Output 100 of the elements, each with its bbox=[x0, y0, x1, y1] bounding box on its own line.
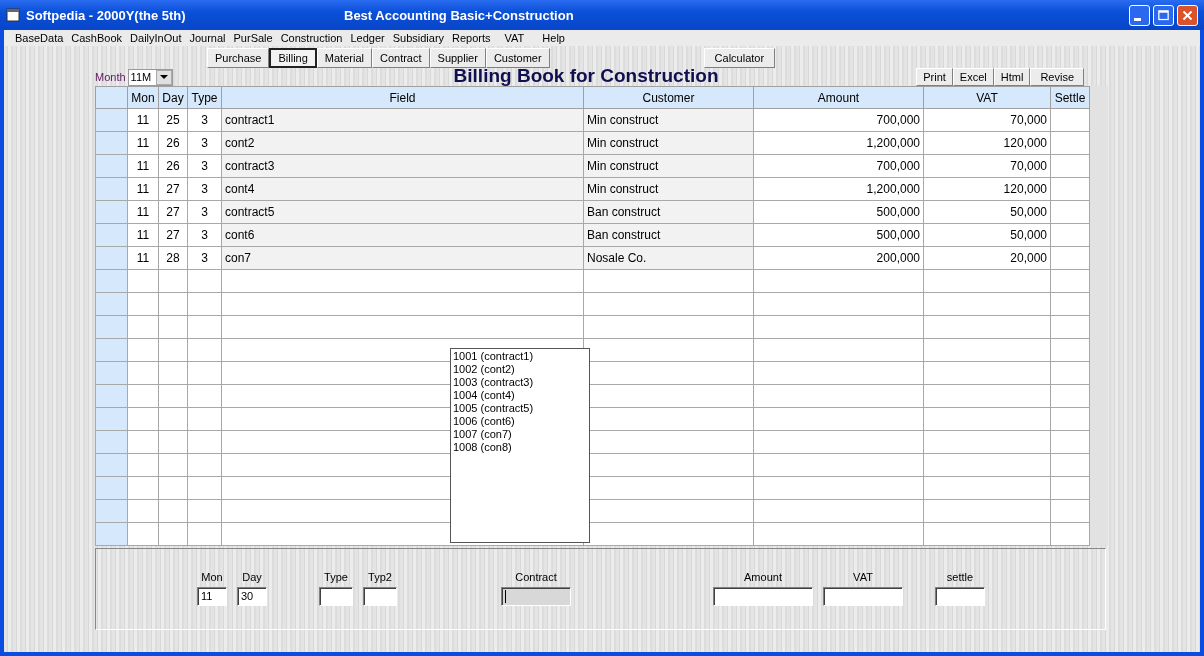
field-label: Typ2 bbox=[368, 571, 392, 583]
row-header bbox=[95, 177, 128, 201]
close-icon bbox=[1181, 8, 1194, 22]
menu-item[interactable]: DailyInOut bbox=[126, 32, 186, 44]
list-item[interactable]: 1007 (con7) bbox=[453, 428, 587, 441]
field-label: settle bbox=[946, 571, 974, 583]
app-title: Best Accounting Basic+Construction bbox=[344, 7, 574, 23]
list-item[interactable]: 1008 (con8) bbox=[453, 441, 587, 454]
menu-item[interactable]: VAT bbox=[494, 32, 539, 44]
row-header bbox=[95, 223, 128, 247]
menu-item[interactable]: Reports bbox=[448, 32, 495, 44]
input-field[interactable]: 30 bbox=[237, 587, 267, 606]
tab[interactable]: Contract bbox=[371, 47, 430, 68]
field-label: Amount bbox=[744, 571, 782, 583]
list-item[interactable]: 1006 (cont6) bbox=[453, 415, 587, 428]
column-header: Settle bbox=[1050, 86, 1090, 109]
field-label: Day bbox=[242, 571, 262, 583]
contract-list[interactable]: 1001 (contract1) 1002 (cont2) 1003 (contract3) 1004 (cont4) 1005 (contract5) 1006 (cont6) 1007 (con7) 1008 (con8) bbox=[450, 348, 590, 543]
table-cell: cont2 bbox=[221, 131, 584, 155]
tab[interactable]: Purchase bbox=[207, 47, 270, 68]
column-header: Customer bbox=[583, 86, 754, 109]
app-icon bbox=[6, 8, 20, 22]
table-cell: Min construct bbox=[583, 108, 754, 132]
table-cell: 28 bbox=[158, 246, 188, 270]
table-cell: 3 bbox=[187, 177, 222, 201]
row-header bbox=[95, 200, 128, 224]
column-header: VAT bbox=[923, 86, 1051, 109]
table-cell: 11 bbox=[127, 131, 159, 155]
tab[interactable]: Material bbox=[316, 47, 372, 68]
maximize-button[interactable] bbox=[1153, 4, 1174, 26]
page-heading: Billing Book for Construction bbox=[453, 66, 719, 86]
table-cell: 27 bbox=[158, 177, 188, 201]
action-button[interactable]: Revise bbox=[1030, 68, 1084, 86]
field-label: VAT bbox=[853, 571, 873, 583]
menu-item[interactable]: CashBook bbox=[67, 32, 127, 44]
minimize-button[interactable] bbox=[1129, 4, 1150, 26]
table-cell: cont6 bbox=[221, 223, 584, 247]
field-label: Type bbox=[324, 571, 348, 583]
table-cell: 11 bbox=[127, 223, 159, 247]
field-label: Contract bbox=[515, 571, 557, 583]
table-cell: 25 bbox=[158, 108, 188, 132]
list-item[interactable]: 1003 (contract3) bbox=[453, 376, 587, 389]
action-button[interactable]: Excel bbox=[952, 68, 994, 86]
list-item[interactable]: 1001 (contract1) bbox=[453, 350, 587, 363]
menu-item[interactable]: PurSale bbox=[229, 32, 277, 44]
action-button[interactable]: Print bbox=[916, 68, 953, 86]
table-cell: 27 bbox=[158, 200, 188, 224]
input-field[interactable]: 11 bbox=[197, 587, 227, 606]
input-field[interactable] bbox=[319, 587, 353, 606]
calculator-button[interactable]: Calculator bbox=[703, 47, 776, 68]
menu-item[interactable]: Subsidiary bbox=[388, 32, 449, 44]
table-cell: Min construct bbox=[583, 131, 754, 155]
tab[interactable]: Billing bbox=[269, 47, 317, 68]
row-header bbox=[95, 154, 128, 178]
table-cell: 120,000 bbox=[923, 177, 1051, 201]
table-cell: 3 bbox=[187, 200, 222, 224]
minimize-icon bbox=[1133, 18, 1141, 21]
table-cell: 70,000 bbox=[923, 154, 1051, 178]
menu-item[interactable]: Help bbox=[538, 32, 569, 44]
tab[interactable]: Supplier bbox=[429, 47, 486, 68]
column-header: Mon bbox=[127, 86, 159, 109]
table-cell: 11 bbox=[127, 108, 159, 132]
table-cell: 120,000 bbox=[923, 131, 1051, 155]
table-cell: contract1 bbox=[221, 108, 584, 132]
list-item[interactable]: 1004 (cont4) bbox=[453, 389, 587, 402]
menu-item[interactable]: Construction bbox=[276, 32, 347, 44]
row-header bbox=[95, 246, 128, 270]
table-cell: Min construct bbox=[583, 177, 754, 201]
list-item[interactable]: 1002 (cont2) bbox=[453, 363, 587, 376]
menu-item[interactable]: Ledger bbox=[346, 32, 389, 44]
input-field[interactable] bbox=[935, 587, 985, 606]
table-cell: 700,000 bbox=[753, 154, 924, 178]
table-cell: 200,000 bbox=[753, 246, 924, 270]
table-cell: 500,000 bbox=[753, 200, 924, 224]
tab[interactable]: Customer bbox=[485, 47, 550, 68]
input-field[interactable] bbox=[713, 587, 813, 606]
row-header bbox=[95, 86, 128, 109]
menu-item[interactable]: BaseData bbox=[11, 32, 68, 44]
table-cell: Ban construct bbox=[583, 223, 754, 247]
list-item[interactable]: 1005 (contract5) bbox=[453, 402, 587, 415]
column-header: Amount bbox=[753, 86, 924, 109]
table-cell: 26 bbox=[158, 131, 188, 155]
menu-item[interactable]: Journal bbox=[185, 32, 230, 44]
table-cell: 700,000 bbox=[753, 108, 924, 132]
close-button[interactable] bbox=[1177, 4, 1198, 26]
table-cell: 3 bbox=[187, 131, 222, 155]
table-cell: 11 bbox=[127, 200, 159, 224]
table-cell: 50,000 bbox=[923, 223, 1051, 247]
table-cell: Nosale Co. bbox=[583, 246, 754, 270]
month-dropdown[interactable]: 11M bbox=[127, 68, 173, 86]
table-cell: 1,200,000 bbox=[753, 131, 924, 155]
table-cell: 26 bbox=[158, 154, 188, 178]
caret-icon bbox=[159, 74, 168, 80]
input-field[interactable] bbox=[823, 587, 903, 606]
table-cell: Ban construct bbox=[583, 200, 754, 224]
action-button[interactable]: Html bbox=[993, 68, 1031, 86]
input-field[interactable] bbox=[363, 587, 397, 606]
table-cell: cont4 bbox=[221, 177, 584, 201]
table-cell: 50,000 bbox=[923, 200, 1051, 224]
table-cell: 20,000 bbox=[923, 246, 1051, 270]
